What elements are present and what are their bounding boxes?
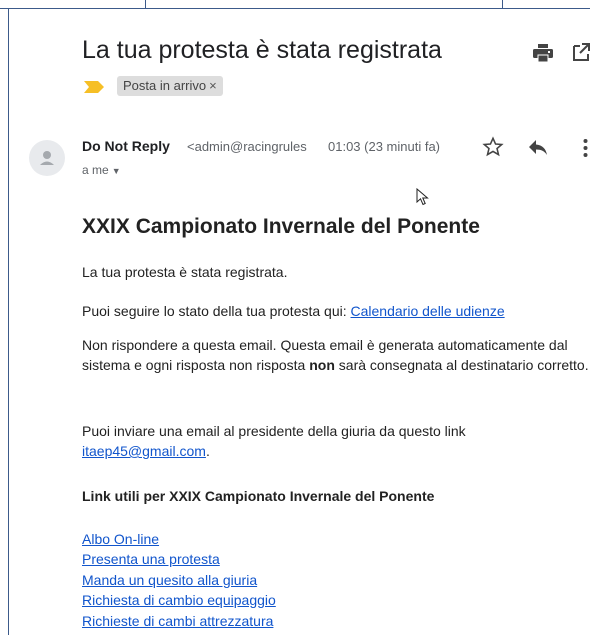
link-crew-change-request[interactable]: Richiesta di cambio equipaggio (82, 590, 276, 610)
jury-email-text: Puoi inviare una email al presidente del… (82, 423, 466, 439)
tracking-paragraph: Puoi seguire lo stato della tua protesta… (82, 301, 505, 321)
window-frame-left-border (8, 8, 9, 635)
reply-icon[interactable] (527, 137, 549, 157)
sender-name[interactable]: Do Not Reply (82, 138, 170, 154)
hearings-calendar-link[interactable]: Calendario delle udienze (351, 303, 505, 319)
link-albo-online[interactable]: Albo On-line (82, 529, 276, 549)
open-in-new-window-icon[interactable] (572, 42, 590, 62)
person-avatar-icon (29, 140, 65, 176)
no-reply-text-end: sarà consegnata al destinatario corretto… (334, 357, 589, 373)
email-subject: La tua protesta è stata registrata (82, 36, 442, 64)
link-equipment-change-request[interactable]: Richieste di cambi attrezzatura (82, 611, 276, 631)
chevron-down-icon[interactable]: ▼ (112, 166, 121, 176)
mouse-cursor-icon (416, 187, 430, 206)
jury-email-paragraph: Puoi inviare una email al presidente del… (82, 421, 582, 461)
useful-links-list: Albo On-line Presenta una protesta Manda… (82, 529, 276, 631)
inbox-label-chip[interactable]: Posta in arrivo × (117, 76, 223, 96)
jury-email-link[interactable]: itaep45@gmail.com (82, 443, 206, 459)
link-ask-jury[interactable]: Manda un quesito alla giuria (82, 570, 276, 590)
email-body-title: XXIX Campionato Invernale del Ponente (82, 215, 480, 238)
tracking-text: Puoi seguire lo stato della tua protesta… (82, 303, 351, 319)
jury-email-period: . (205, 443, 210, 459)
inbox-label-text: Posta in arrivo (123, 78, 207, 93)
email-timestamp: 01:03 (23 minuti fa) (328, 139, 441, 154)
no-reply-notice: Non rispondere a questa email. Questa em… (82, 335, 590, 375)
link-submit-protest[interactable]: Presenta una protesta (82, 549, 276, 569)
importance-marker-icon[interactable] (84, 80, 104, 93)
registration-confirmation-text: La tua protesta è stata registrata. (82, 264, 288, 280)
window-tab-frame (145, 0, 503, 9)
recipient-details[interactable]: a me ▼ (82, 163, 121, 177)
star-icon[interactable] (482, 136, 504, 158)
no-reply-bold-text: non (309, 357, 335, 373)
print-icon[interactable] (533, 44, 553, 63)
useful-links-heading: Link utili per XXIX Campionato Invernale… (82, 488, 435, 504)
sender-email: <admin@racingrules (187, 139, 307, 154)
more-vertical-icon[interactable] (581, 137, 590, 159)
recipient-text: a me (82, 163, 109, 177)
remove-label-button[interactable]: × (209, 78, 217, 93)
